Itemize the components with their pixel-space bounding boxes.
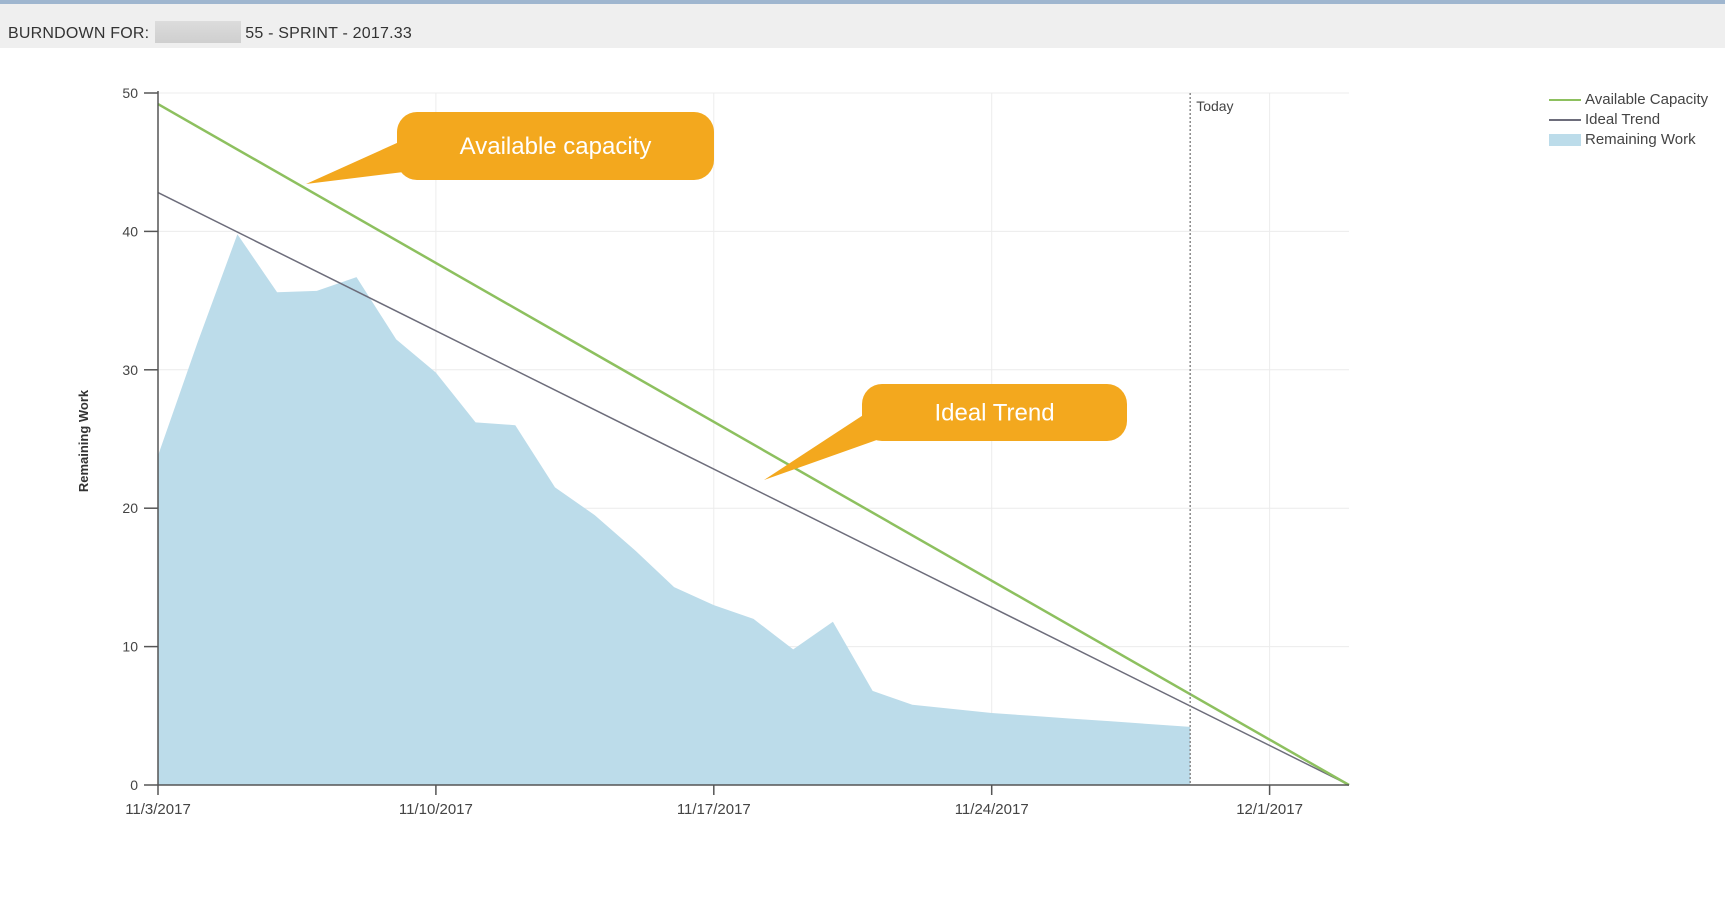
x-tick-label: 11/24/2017 (955, 801, 1029, 818)
y-tick-label: 40 (122, 223, 138, 239)
callout-available-capacity: Available capacity (306, 112, 714, 184)
legend-label-ideal-trend: Ideal Trend (1585, 111, 1661, 128)
legend-item-remaining-work: Remaining Work (1545, 130, 1708, 150)
legend-label-remaining-work: Remaining Work (1585, 131, 1696, 148)
callout-ideal-trend: Ideal Trend (764, 384, 1127, 480)
legend-swatch-ideal-trend (1549, 119, 1581, 121)
y-tick-label: 20 (122, 500, 138, 516)
y-tick-label: 50 (122, 85, 138, 101)
x-tick-label: 11/17/2017 (677, 801, 751, 818)
x-tick-label: 11/10/2017 (399, 801, 473, 818)
today-label: Today (1196, 98, 1233, 114)
chart-legend: Available Capacity Ideal Trend Remaining… (1545, 90, 1708, 150)
remaining-work-layer (158, 234, 1191, 785)
y-tick-label: 0 (130, 777, 138, 793)
callout-available-capacity-text: Available capacity (460, 133, 652, 160)
x-tick-label: 12/1/2017 (1236, 801, 1303, 818)
y-tick-label: 30 (122, 362, 138, 378)
today-marker-layer: Today (1189, 93, 1234, 785)
remaining-work-area (158, 234, 1191, 785)
legend-item-ideal-trend: Ideal Trend (1545, 110, 1708, 130)
legend-swatch-available-capacity (1549, 99, 1581, 101)
y-tick-label: 10 (122, 639, 138, 655)
legend-item-available-capacity: Available Capacity (1545, 90, 1708, 110)
callout-ideal-trend-text: Ideal Trend (934, 400, 1054, 427)
y-axis-label: Remaining Work (76, 389, 91, 492)
legend-label-available-capacity: Available Capacity (1585, 91, 1709, 108)
burndown-chart: 0 10 20 30 40 50 11/3/2017 11/10/2017 11/17/2017… (76, 85, 1350, 818)
x-tick-label: 11/3/2017 (125, 801, 191, 818)
legend-swatch-remaining-work (1549, 134, 1581, 146)
